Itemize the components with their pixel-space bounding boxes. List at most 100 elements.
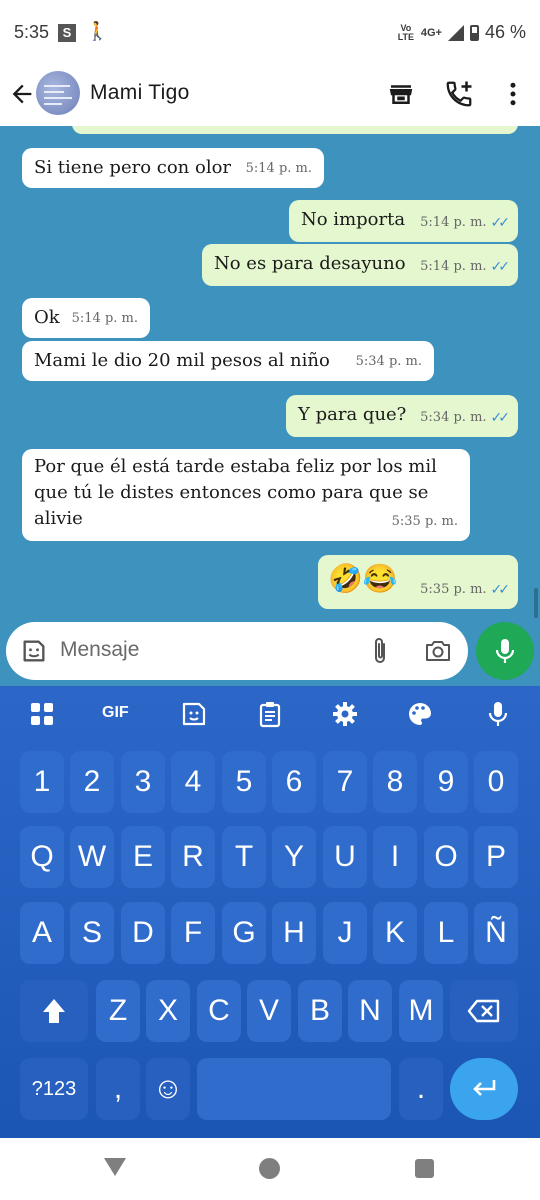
- settings-icon[interactable]: [331, 700, 359, 728]
- message-outgoing[interactable]: 🤣😂 5:35 p. m. ✓✓: [318, 555, 518, 609]
- add-call-icon[interactable]: [444, 79, 474, 109]
- message-incoming[interactable]: Mami le dio 20 mil pesos al niño 5:34 p.…: [22, 341, 434, 381]
- message-input-bar[interactable]: Mensaje: [6, 622, 468, 680]
- key-i[interactable]: I: [373, 826, 417, 888]
- enter-key[interactable]: [450, 1058, 518, 1120]
- key-6[interactable]: 6: [272, 751, 316, 813]
- camera-icon[interactable]: [424, 638, 452, 664]
- key-y[interactable]: Y: [272, 826, 316, 888]
- emoji-key[interactable]: ☺: [146, 1058, 190, 1120]
- message-time: 5:35 p. m.: [391, 514, 458, 529]
- key-l[interactable]: L: [424, 902, 468, 964]
- key-4[interactable]: 4: [171, 751, 215, 813]
- key-x[interactable]: X: [146, 980, 190, 1042]
- message-outgoing[interactable]: Y para que? 5:34 p. m. ✓✓: [286, 395, 518, 437]
- battery-percent: 46 %: [484, 22, 526, 42]
- sticker-icon[interactable]: [180, 700, 208, 728]
- message-incoming[interactable]: Si tiene pero con olor 5:14 p. m.: [22, 148, 324, 188]
- scrollbar[interactable]: [534, 588, 538, 618]
- system-nav-bar: [0, 1138, 540, 1200]
- comma-key[interactable]: ,: [96, 1058, 140, 1120]
- key-e[interactable]: E: [121, 826, 165, 888]
- message-time: 5:34 p. m.: [355, 354, 422, 369]
- key-v[interactable]: V: [247, 980, 291, 1042]
- key-o[interactable]: O: [424, 826, 468, 888]
- gif-icon[interactable]: GIF: [102, 704, 136, 732]
- key-2[interactable]: 2: [70, 751, 114, 813]
- key-n[interactable]: N: [348, 980, 392, 1042]
- key-f[interactable]: F: [171, 902, 215, 964]
- palette-icon[interactable]: [406, 700, 434, 728]
- read-ticks-icon: ✓✓: [490, 582, 511, 598]
- battery-icon: [469, 24, 479, 41]
- key-h[interactable]: H: [272, 902, 316, 964]
- key-0[interactable]: 0: [474, 751, 518, 813]
- clipboard-icon[interactable]: [256, 700, 284, 728]
- key-9[interactable]: 9: [424, 751, 468, 813]
- message-text: No importa: [301, 209, 406, 230]
- key-n-tilde[interactable]: Ñ: [474, 902, 518, 964]
- key-d[interactable]: D: [121, 902, 165, 964]
- symbols-key[interactable]: ?123: [20, 1058, 88, 1120]
- status-bar: 5:35 S 🚶 Vo LTE 4G+ 46 %: [0, 0, 540, 66]
- key-1[interactable]: 1: [20, 751, 64, 813]
- volte-icon: Vo LTE: [397, 22, 415, 42]
- read-ticks-icon: ✓✓: [490, 410, 511, 426]
- chat-area[interactable]: Si tiene pero con olor 5:14 p. m. No imp…: [0, 126, 540, 686]
- key-b[interactable]: B: [298, 980, 342, 1042]
- key-3[interactable]: 3: [121, 751, 165, 813]
- store-icon[interactable]: [386, 79, 416, 109]
- apps-grid-icon[interactable]: [28, 700, 56, 728]
- shift-key[interactable]: [20, 980, 88, 1042]
- message-incoming[interactable]: Ok 5:14 p. m.: [22, 298, 150, 338]
- message-outgoing[interactable]: No importa 5:14 p. m. ✓✓: [289, 200, 518, 242]
- key-m[interactable]: M: [399, 980, 443, 1042]
- key-5[interactable]: 5: [222, 751, 266, 813]
- message-time: 5:14 p. m.: [71, 311, 138, 326]
- avatar[interactable]: [36, 71, 80, 115]
- more-vert-icon[interactable]: [498, 79, 528, 109]
- contact-name[interactable]: Mami Tigo: [90, 81, 190, 105]
- key-t[interactable]: T: [222, 826, 266, 888]
- key-u[interactable]: U: [323, 826, 367, 888]
- status-right: Vo LTE 4G+ 46 %: [397, 22, 526, 43]
- network-type: 4G+: [420, 26, 442, 39]
- chat-header: Mami Tigo: [0, 66, 540, 126]
- key-g[interactable]: G: [222, 902, 266, 964]
- backspace-key[interactable]: [450, 980, 518, 1042]
- walking-icon: 🚶: [86, 21, 109, 41]
- key-c[interactable]: C: [197, 980, 241, 1042]
- message-outgoing[interactable]: No es para desayuno 5:14 p. m. ✓✓: [202, 244, 518, 286]
- space-key[interactable]: [197, 1058, 391, 1120]
- nav-home-icon[interactable]: [259, 1158, 280, 1179]
- key-q[interactable]: Q: [20, 826, 64, 888]
- key-w[interactable]: W: [70, 826, 114, 888]
- nav-back-icon[interactable]: [104, 1158, 126, 1176]
- sticker-icon[interactable]: [20, 637, 48, 665]
- back-arrow-icon[interactable]: [8, 80, 36, 108]
- mic-icon[interactable]: [484, 700, 512, 728]
- key-p[interactable]: P: [474, 826, 518, 888]
- key-7[interactable]: 7: [323, 751, 367, 813]
- signal-icon: [447, 24, 464, 41]
- key-r[interactable]: R: [171, 826, 215, 888]
- key-8[interactable]: 8: [373, 751, 417, 813]
- period-key[interactable]: .: [399, 1058, 443, 1120]
- partial-message: [72, 126, 518, 134]
- shift-icon: [43, 999, 65, 1023]
- message-text: Y para que?: [298, 404, 407, 425]
- nav-recents-icon[interactable]: [415, 1159, 434, 1178]
- status-time: 5:35: [14, 22, 50, 42]
- key-z[interactable]: Z: [96, 980, 140, 1042]
- key-k[interactable]: K: [373, 902, 417, 964]
- message-time: 5:35 p. m. ✓✓: [420, 577, 511, 603]
- key-s[interactable]: S: [70, 902, 114, 964]
- key-a[interactable]: A: [20, 902, 64, 964]
- enter-icon: [473, 1080, 496, 1096]
- message-incoming[interactable]: Por que él está tarde estaba feliz por l…: [22, 449, 470, 541]
- message-text: Si tiene pero con olor: [34, 157, 232, 178]
- key-j[interactable]: J: [323, 902, 367, 964]
- voice-message-button[interactable]: [476, 622, 534, 680]
- attach-icon[interactable]: [368, 636, 392, 666]
- message-input[interactable]: Mensaje: [60, 638, 139, 662]
